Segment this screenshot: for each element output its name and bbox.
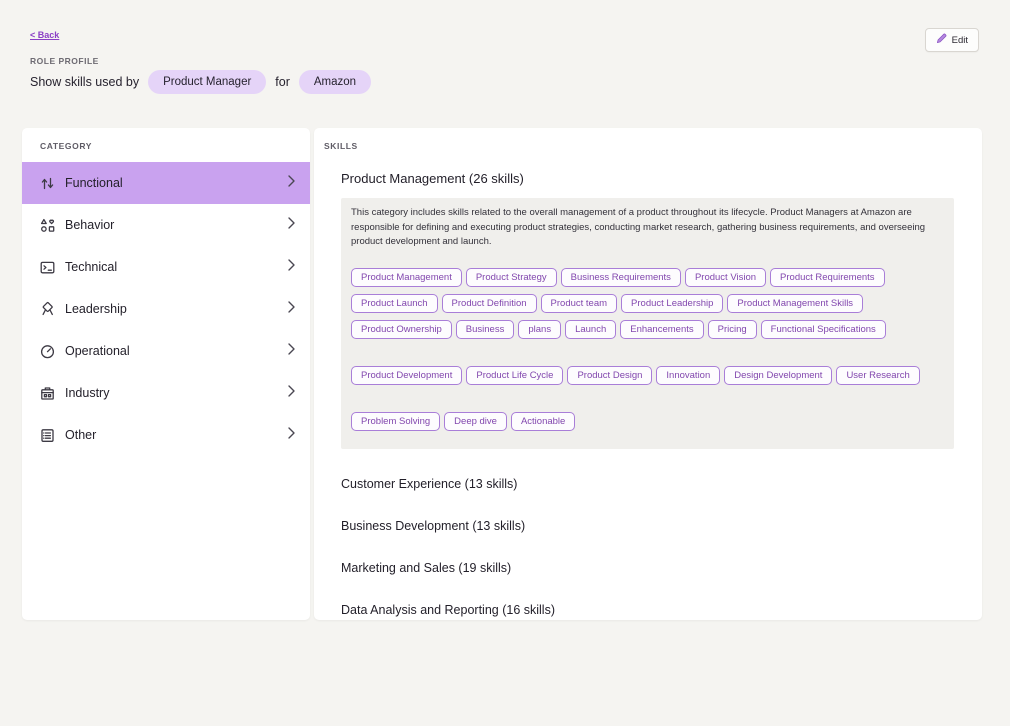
skill-chip[interactable]: Product Life Cycle — [466, 366, 563, 385]
skills-section-title[interactable]: Marketing and Sales (19 skills) — [341, 547, 954, 589]
skills-section-title[interactable]: Data Analysis and Reporting (16 skills) — [341, 589, 954, 620]
sidebar-item-label: Other — [65, 428, 287, 442]
skill-chip[interactable]: Enhancements — [620, 320, 703, 339]
sidebar-item-leadership[interactable]: Leadership — [22, 288, 310, 330]
role-profile-screen: < Back Edit ROLE PROFILE Show skills use… — [0, 0, 1010, 726]
skills-section-detail: This category includes skills related to… — [341, 198, 954, 449]
sidebar-item-other[interactable]: Other — [22, 414, 310, 456]
skill-chip[interactable]: Product Management Skills — [727, 294, 863, 313]
skill-chip-group: Product DevelopmentProduct Life CyclePro… — [351, 365, 944, 391]
skill-chip[interactable]: Problem Solving — [351, 412, 440, 431]
skill-chip[interactable]: plans — [518, 320, 561, 339]
sidebar-item-functional[interactable]: Functional — [22, 162, 310, 204]
sidebar-item-label: Functional — [65, 176, 287, 190]
skill-chip[interactable]: Launch — [565, 320, 616, 339]
category-panel-header: CATEGORY — [40, 141, 310, 151]
skill-chip[interactable]: Product Strategy — [466, 268, 557, 287]
skill-chip[interactable]: Innovation — [656, 366, 720, 385]
skill-chip-group: Product ManagementProduct StrategyBusine… — [351, 267, 944, 345]
skill-chip[interactable]: Pricing — [708, 320, 757, 339]
category-panel: CATEGORY Functional Behavior — [22, 128, 310, 620]
skill-chip[interactable]: Product team — [541, 294, 618, 313]
skills-filter-row: Show skills used by Product Manager for … — [30, 70, 371, 94]
role-pill[interactable]: Product Manager — [148, 70, 266, 94]
sidebar-item-operational[interactable]: Operational — [22, 330, 310, 372]
gauge-icon — [38, 343, 56, 360]
skill-chip[interactable]: Actionable — [511, 412, 575, 431]
skills-panel-header: SKILLS — [324, 141, 968, 151]
chevron-right-icon — [287, 216, 296, 235]
skills-body: Product Management (26 skills) This cate… — [324, 171, 968, 620]
skill-chip-group: Problem SolvingDeep diveActionable — [351, 411, 944, 437]
skills-section-title[interactable]: Customer Experience (13 skills) — [341, 463, 954, 505]
role-profile-eyebrow: ROLE PROFILE — [30, 56, 99, 66]
pencil-icon — [936, 33, 947, 47]
skill-chip[interactable]: Product Requirements — [770, 268, 885, 287]
chevron-right-icon — [287, 258, 296, 277]
building-icon — [38, 385, 56, 402]
skill-chip[interactable]: Product Development — [351, 366, 462, 385]
skill-chip[interactable]: Product Definition — [442, 294, 537, 313]
award-icon — [38, 301, 56, 318]
chevron-right-icon — [287, 426, 296, 445]
skills-section-description: This category includes skills related to… — [351, 206, 944, 250]
skills-section-title[interactable]: Business Development (13 skills) — [341, 505, 954, 547]
sidebar-item-label: Operational — [65, 344, 287, 358]
skill-chip[interactable]: Business — [456, 320, 515, 339]
sidebar-item-behavior[interactable]: Behavior — [22, 204, 310, 246]
skill-chip[interactable]: Design Development — [724, 366, 832, 385]
filter-connector-text: for — [275, 75, 290, 89]
sidebar-item-label: Technical — [65, 260, 287, 274]
skill-chip[interactable]: Product Leadership — [621, 294, 723, 313]
chevron-right-icon — [287, 300, 296, 319]
skill-chip[interactable]: Product Design — [567, 366, 652, 385]
sidebar-item-label: Industry — [65, 386, 287, 400]
chevron-right-icon — [287, 174, 296, 193]
skill-chip[interactable]: Product Launch — [351, 294, 438, 313]
chevron-right-icon — [287, 384, 296, 403]
edit-button[interactable]: Edit — [925, 28, 979, 52]
sidebar-item-technical[interactable]: Technical — [22, 246, 310, 288]
back-link[interactable]: < Back — [30, 30, 59, 40]
chevron-right-icon — [287, 342, 296, 361]
skill-chip[interactable]: User Research — [836, 366, 919, 385]
skill-chip[interactable]: Product Management — [351, 268, 462, 287]
skill-chip[interactable]: Deep dive — [444, 412, 507, 431]
filter-prefix-text: Show skills used by — [30, 75, 139, 89]
transform-icon — [38, 175, 56, 192]
sidebar-item-label: Behavior — [65, 218, 287, 232]
sidebar-item-industry[interactable]: Industry — [22, 372, 310, 414]
skill-chip[interactable]: Product Ownership — [351, 320, 452, 339]
terminal-icon — [38, 259, 56, 276]
company-pill[interactable]: Amazon — [299, 70, 371, 94]
skill-chip[interactable]: Business Requirements — [561, 268, 681, 287]
edit-button-label: Edit — [952, 35, 968, 46]
sidebar-item-label: Leadership — [65, 302, 287, 316]
list-icon — [38, 427, 56, 444]
skills-section-title[interactable]: Product Management (26 skills) — [341, 171, 954, 186]
skills-panel: SKILLS Product Management (26 skills) Th… — [314, 128, 982, 620]
skill-chip[interactable]: Functional Specifications — [761, 320, 886, 339]
shapes-icon — [38, 217, 56, 234]
category-list: Functional Behavior Technical — [22, 162, 310, 456]
skill-chip[interactable]: Product Vision — [685, 268, 766, 287]
